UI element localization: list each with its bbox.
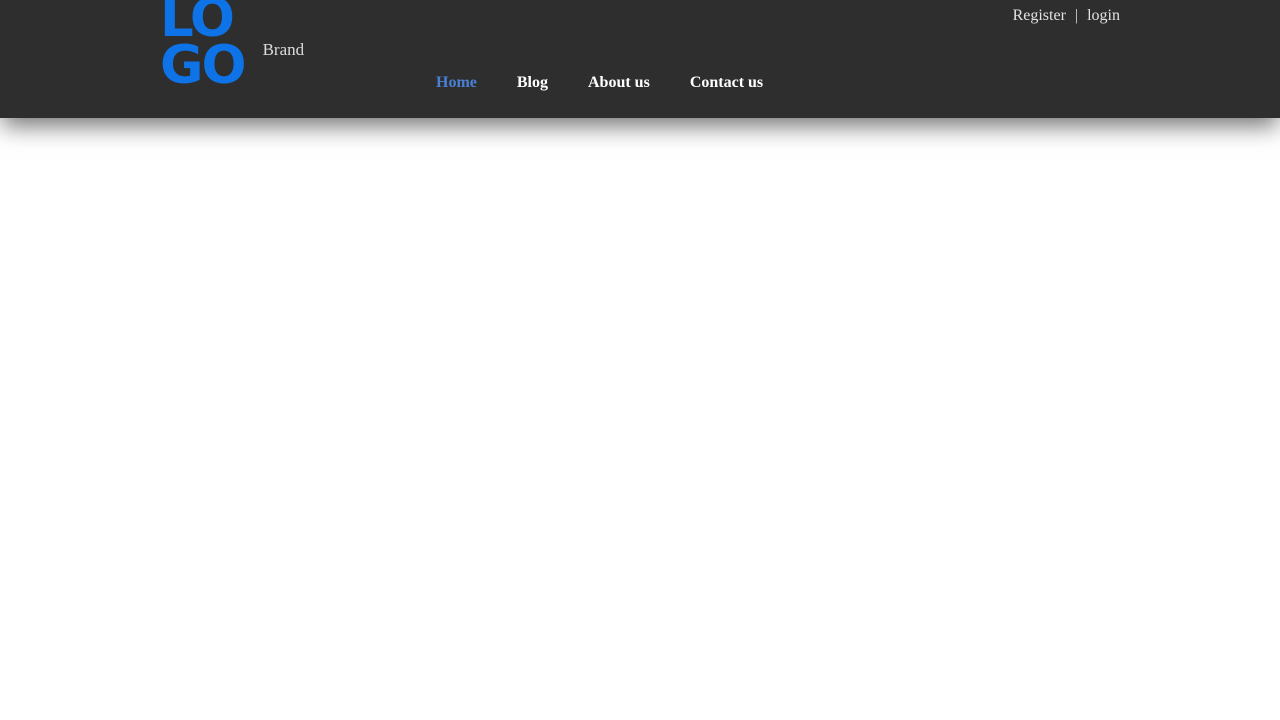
- site-header: LO GO Brand Register | login Home Blog Abo…: [0, 0, 1280, 118]
- account-links-separator: |: [1074, 7, 1079, 24]
- logo-icon[interactable]: LO GO: [160, 0, 247, 96]
- nav-item-blog[interactable]: Blog: [497, 74, 568, 92]
- logo-line-2: GO: [160, 35, 247, 96]
- main-navigation: Home Blog About us Contact us: [416, 74, 783, 92]
- page-body: [0, 118, 1280, 720]
- account-links: Register | login: [1013, 7, 1120, 25]
- nav-item-about-us[interactable]: About us: [568, 74, 670, 92]
- header-container: LO GO Brand Register | login Home Blog Abo…: [160, 0, 1120, 118]
- login-link[interactable]: login: [1087, 7, 1120, 24]
- register-link[interactable]: Register: [1013, 7, 1066, 24]
- nav-item-contact-us[interactable]: Contact us: [670, 74, 783, 92]
- nav-item-home[interactable]: Home: [416, 74, 497, 92]
- brand-block[interactable]: LO GO Brand: [160, 0, 305, 96]
- brand-name: Brand: [262, 40, 305, 59]
